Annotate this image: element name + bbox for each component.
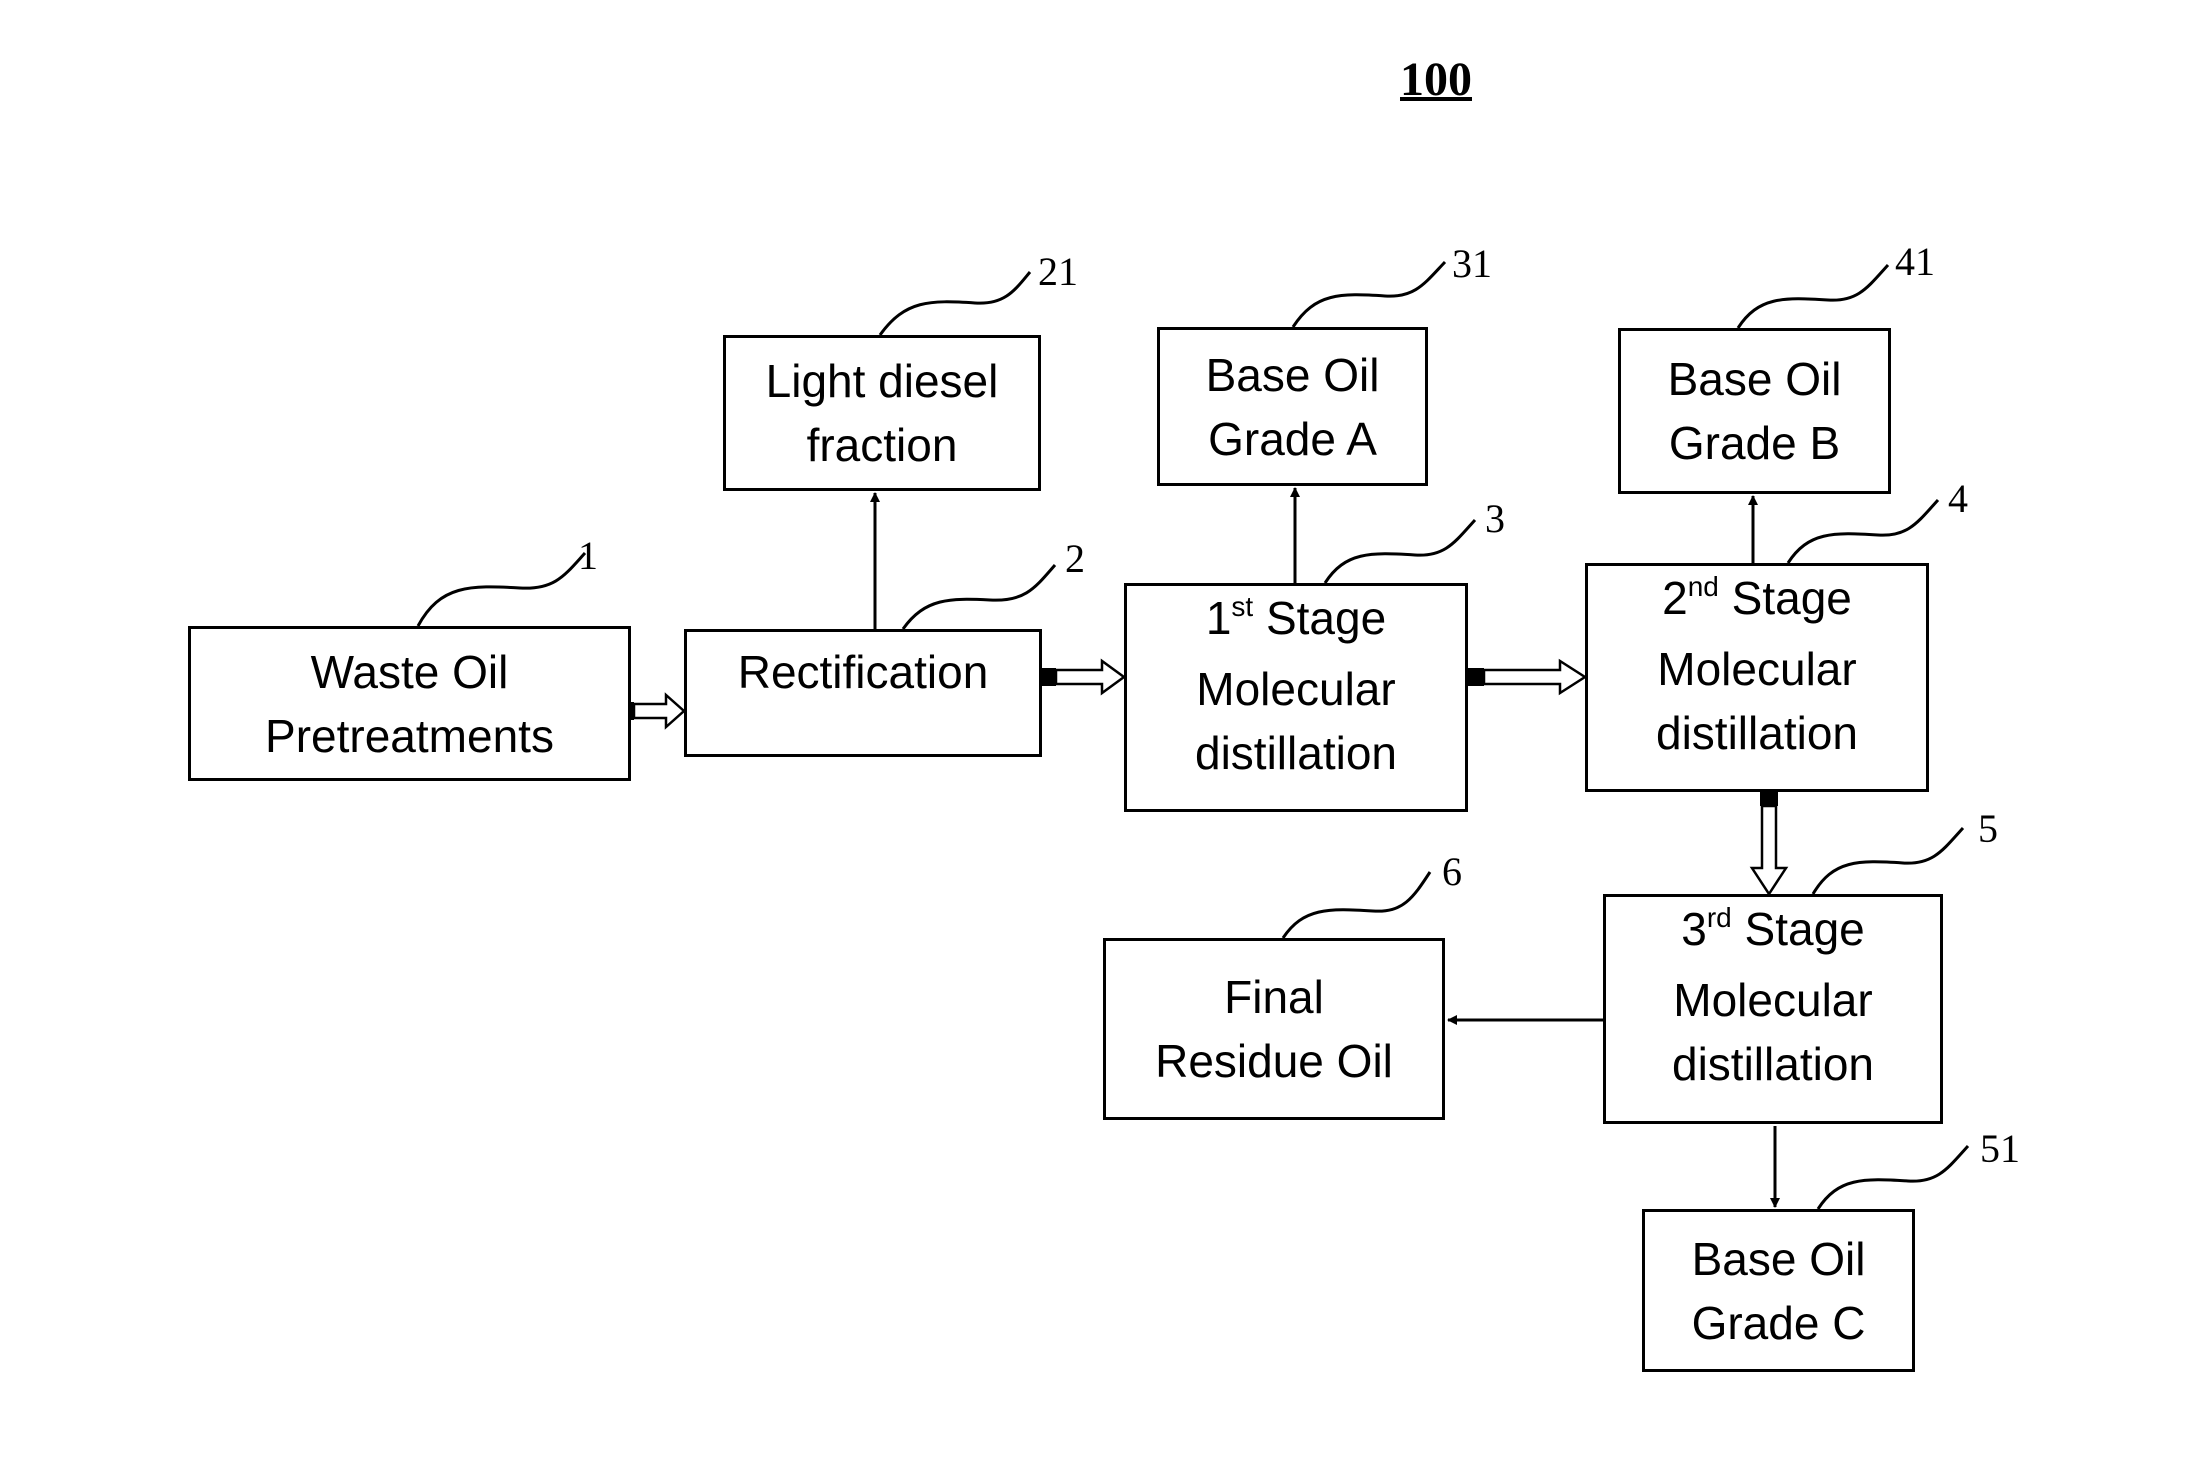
block-arrow-pretreatment-to-rectification <box>626 692 686 730</box>
ref-number-51: 51 <box>1980 1126 2020 1171</box>
node-label: distillation <box>1195 727 1397 779</box>
node-rectification: Rectification <box>684 629 1042 757</box>
block-arrow-rectification-to-stage1 <box>1042 658 1127 696</box>
node-label: Base Oil <box>1205 348 1380 401</box>
node-label: Molecular <box>1196 663 1396 715</box>
node-label: Molecular <box>1673 974 1873 1026</box>
block-arrow-stage2-to-stage3 <box>1749 792 1789 897</box>
node-label: Final <box>1224 971 1324 1023</box>
node-label: fraction <box>806 419 958 471</box>
ref-number-6: 6 <box>1442 849 1462 894</box>
node-base-oil-grade-c: Base Oil Grade C <box>1642 1209 1915 1372</box>
node-label: 2nd Stage <box>1662 571 1852 624</box>
leader-line-21 <box>878 271 1032 336</box>
block-arrow-stage1-to-stage2 <box>1468 658 1588 696</box>
node-base-oil-grade-a: Base Oil Grade A <box>1157 327 1428 486</box>
node-stage2-molecular-distillation: 2nd Stage Molecular distillation <box>1585 563 1929 792</box>
ref-number-2: 2 <box>1065 536 1085 581</box>
node-label: Grade C <box>1691 1296 1866 1349</box>
leader-line-3 <box>1323 518 1477 584</box>
node-label: Base Oil <box>1691 1232 1866 1285</box>
node-label: Light diesel <box>765 355 999 407</box>
node-base-oil-grade-b: Base Oil Grade B <box>1618 328 1891 494</box>
node-label: distillation <box>1672 1038 1874 1090</box>
ref-number-5: 5 <box>1978 806 1998 851</box>
ref-number-3: 3 <box>1485 496 1505 541</box>
ref-number-1: 1 <box>578 533 598 578</box>
node-label: Grade A <box>1208 412 1377 465</box>
leader-line-4 <box>1786 498 1940 564</box>
node-label: Waste Oil <box>310 645 509 698</box>
leader-line-31 <box>1291 260 1447 328</box>
node-label: distillation <box>1656 707 1858 759</box>
node-label: Grade B <box>1668 417 1841 469</box>
node-label: Molecular <box>1657 643 1857 695</box>
ref-number-21: 21 <box>1038 249 1078 294</box>
node-waste-oil-pretreatments: Waste Oil Pretreatments <box>188 626 631 781</box>
leader-line-2 <box>901 564 1057 630</box>
node-stage3-molecular-distillation: 3rd Stage Molecular distillation <box>1603 894 1943 1124</box>
ref-number-41: 41 <box>1895 239 1935 284</box>
ref-number-31: 31 <box>1452 241 1492 286</box>
node-label: Pretreatments <box>265 709 554 762</box>
node-light-diesel-fraction: Light diesel fraction <box>723 335 1041 491</box>
leader-line-41 <box>1736 263 1890 329</box>
node-final-residue-oil: Final Residue Oil <box>1103 938 1445 1120</box>
node-label: 3rd Stage <box>1681 902 1865 955</box>
flow-diagram: 100 Waste Oil Pretreatments 1 Rectificat… <box>0 0 2192 1469</box>
node-label: Rectification <box>737 646 989 698</box>
leader-line-6 <box>1281 871 1432 939</box>
node-label: Residue Oil <box>1155 1035 1393 1087</box>
node-label: 1st Stage <box>1205 591 1387 644</box>
node-label: Base Oil <box>1667 353 1842 405</box>
ref-number-4: 4 <box>1948 476 1968 521</box>
leader-line-51 <box>1816 1144 1970 1210</box>
node-stage1-molecular-distillation: 1st Stage Molecular distillation <box>1124 583 1468 812</box>
leader-line-1 <box>416 551 587 627</box>
leader-line-5 <box>1811 826 1965 895</box>
